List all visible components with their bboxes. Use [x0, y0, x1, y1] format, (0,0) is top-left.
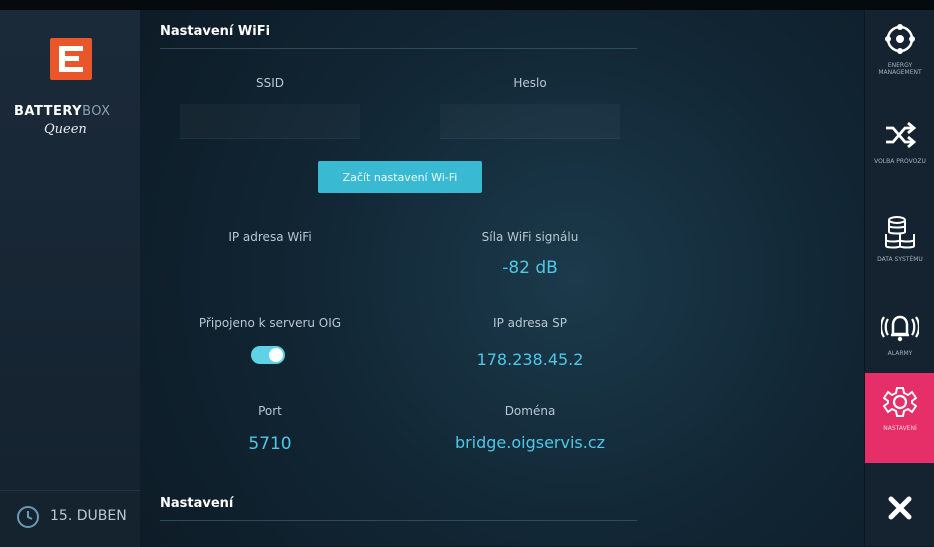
start-wifi-setup-button[interactable]: Začít nastavení Wi-Fi	[318, 161, 482, 193]
database-icon	[885, 216, 915, 249]
cez-logo	[50, 38, 92, 80]
password-label: Heslo	[513, 76, 547, 90]
settings-divider	[160, 520, 637, 521]
brand-name: BATTERYBOX	[14, 104, 111, 119]
nav-system-data[interactable]: DATA SYSTÉMU	[865, 202, 934, 288]
wifi-section-title: Nastavení WiFi	[160, 24, 271, 39]
clock-bar: 15. DUBEN	[0, 490, 140, 547]
nav-label: ALARMY	[887, 350, 913, 357]
signal-strength-label: Síla WiFi signálu	[481, 230, 579, 244]
nav-label: ENERGY MANAGEMENT	[878, 62, 922, 76]
nav-operation-mode[interactable]: VOLBA PROVOZU	[865, 106, 934, 192]
domain-value: bridge.oigservis.cz	[454, 433, 606, 452]
oig-connected-label: Připojeno k serveru OIG	[198, 316, 342, 330]
settings-section-title: Nastavení	[160, 496, 234, 511]
gear-icon	[883, 387, 917, 417]
nav-label: VOLBA PROVOZU	[874, 158, 926, 165]
wifi-settings-panel[interactable]: Nastavení WiFi SSID Heslo Začít nastaven…	[140, 10, 864, 546]
password-field[interactable]	[440, 104, 620, 139]
ip-sp-label: IP adresa SP	[493, 316, 567, 330]
port-label: Port	[258, 404, 282, 418]
ip-wifi-label: IP adresa WiFi	[228, 230, 312, 244]
close-button[interactable]	[865, 470, 934, 546]
domain-label: Doména	[504, 404, 556, 418]
nav-label: NASTAVENÍ	[883, 425, 917, 432]
close-icon	[888, 496, 912, 520]
port-value: 5710	[248, 434, 292, 454]
signal-strength-value: -82 dB	[502, 258, 558, 278]
left-sidebar: BATTERYBOX Queen	[0, 10, 141, 546]
nav-settings[interactable]: NASTAVENÍ	[865, 373, 934, 463]
energy-icon	[885, 24, 915, 54]
bell-icon	[881, 315, 919, 342]
nav-alarms[interactable]: ALARMY	[865, 298, 934, 384]
brand-subtitle: Queen	[44, 122, 87, 137]
ssid-field[interactable]	[180, 104, 360, 139]
ssid-label: SSID	[255, 76, 284, 90]
clock-icon	[17, 506, 39, 528]
ip-sp-value: 178.238.45.2	[476, 350, 584, 369]
nav-label: DATA SYSTÉMU	[877, 256, 923, 263]
clock-date: 15. DUBEN	[50, 508, 127, 524]
top-strip	[0, 0, 934, 10]
toggle-knob	[269, 348, 283, 362]
shuffle-icon	[886, 121, 917, 149]
wifi-divider	[160, 48, 637, 49]
right-nav: ENERGY MANAGEMENT VOLBA PROVOZU DATA SYS…	[864, 10, 934, 546]
nav-energy-management[interactable]: ENERGY MANAGEMENT	[865, 10, 934, 96]
oig-connected-toggle[interactable]	[251, 346, 285, 364]
